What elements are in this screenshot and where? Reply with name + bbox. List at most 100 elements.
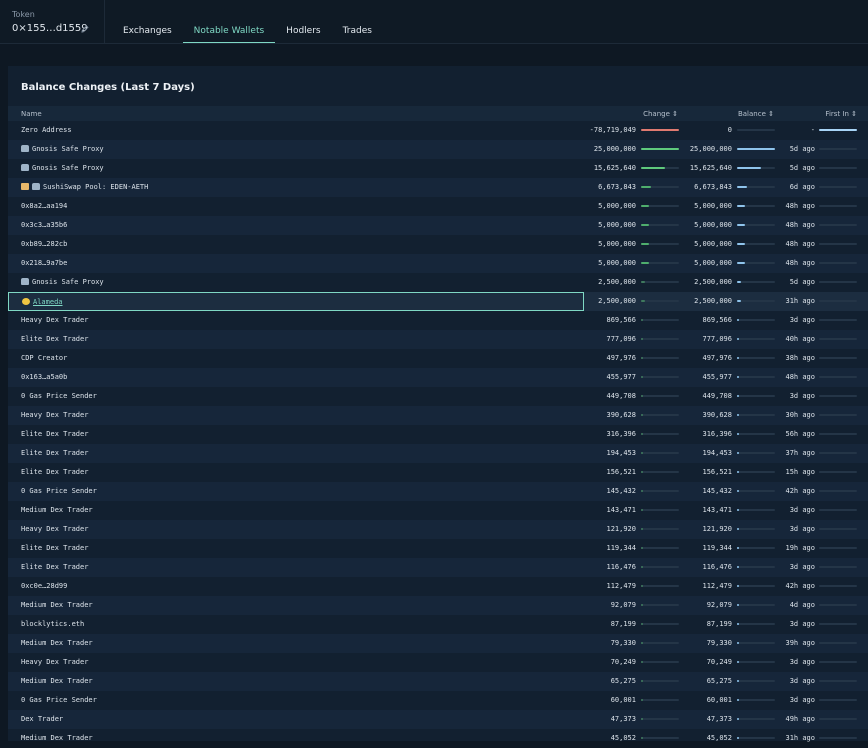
first-in-bar	[819, 452, 857, 454]
balance-value: 70,249	[706, 658, 732, 666]
change-value: -78,719,049	[589, 126, 636, 134]
first-in-value: 39h ago	[785, 639, 815, 647]
wallet-name-cell: Heavy Dex Trader	[8, 520, 584, 539]
wallet-name-cell: 0 Gas Price Sender	[8, 482, 584, 501]
table-row[interactable]: Gnosis Safe Proxy 15,625,640 15,625,640 5d …	[8, 159, 868, 178]
table-row[interactable]: 0x8a2…aa194 5,000,000 5,000,000 48h ago	[8, 197, 868, 216]
table-row[interactable]: Gnosis Safe Proxy 25,000,000 25,000,000 5d …	[8, 140, 868, 159]
table-row[interactable]: Heavy Dex Trader 70,249 70,249 3d ago	[8, 653, 868, 672]
table-row[interactable]: 0 Gas Price Sender 449,708 449,708 3d ago	[8, 387, 868, 406]
first-in-value: 3d ago	[789, 563, 815, 571]
wallet-label: 0x163…a5a0b	[21, 373, 68, 381]
column-header-change[interactable]: Change ⇕	[608, 110, 678, 118]
balance-bar-fill	[737, 585, 739, 587]
balance-bar-fill	[737, 471, 739, 473]
first-in-value: 31h ago	[785, 297, 815, 305]
table-row[interactable]: Gnosis Safe Proxy 2,500,000 2,500,000 5d ag…	[8, 273, 868, 292]
table-row[interactable]: Heavy Dex Trader 869,566 869,566 3d ago	[8, 311, 868, 330]
wallet-label: Medium Dex Trader	[21, 506, 93, 514]
wallet-name-cell: 0xb89…282cb	[8, 235, 584, 254]
balance-bar-fill	[737, 205, 745, 207]
tab-trades[interactable]: Trades	[332, 0, 383, 43]
column-header-balance[interactable]: Balance ⇕	[708, 110, 774, 118]
table-row[interactable]: Medium Dex Trader 65,275 65,275 3d ago	[8, 672, 868, 691]
change-value: 316,396	[606, 430, 636, 438]
column-header-name[interactable]: Name	[21, 110, 42, 118]
change-value: 65,275	[610, 677, 636, 685]
table-row[interactable]: 0x163…a5a0b 455,977 455,977 48h ago	[8, 368, 868, 387]
wallet-link[interactable]: Alameda	[33, 298, 63, 306]
change-value: 497,976	[606, 354, 636, 362]
pencil-icon[interactable]	[80, 24, 90, 34]
table-row[interactable]: Medium Dex Trader 143,471 143,471 3d ago	[8, 501, 868, 520]
change-bar-fill	[641, 357, 643, 359]
first-in-value: 15h ago	[785, 468, 815, 476]
table-row[interactable]: Medium Dex Trader 92,079 92,079 4d ago	[8, 596, 868, 615]
panel-title: Balance Changes (Last 7 Days)	[21, 82, 195, 93]
table-row[interactable]: Elite Dex Trader 119,344 119,344 19h ago	[8, 539, 868, 558]
balance-value: 390,628	[702, 411, 732, 419]
change-value: 869,566	[606, 316, 636, 324]
change-bar-fill	[641, 414, 643, 416]
wallet-name-cell: Elite Dex Trader	[8, 539, 584, 558]
table-row[interactable]: 0xb89…282cb 5,000,000 5,000,000 48h ago	[8, 235, 868, 254]
table-row[interactable]: Zero Address -78,719,049 0 -	[8, 121, 868, 140]
table-row[interactable]: SushiSwap Pool: EDEN-AETH 6,673,843 6,673,…	[8, 178, 868, 197]
first-in-bar	[819, 547, 857, 549]
wallet-name-cell: 0x218…9a7be	[8, 254, 584, 273]
safe-icon	[21, 145, 29, 152]
balance-value: 143,471	[702, 506, 732, 514]
first-in-bar	[819, 414, 857, 416]
table-row[interactable]: Medium Dex Trader 45,052 45,052 31h ago	[8, 729, 868, 748]
table-row[interactable]: Elite Dex Trader 777,096 777,096 40h ago	[8, 330, 868, 349]
table-row[interactable]: Elite Dex Trader 116,476 116,476 3d ago	[8, 558, 868, 577]
first-in-value: 3d ago	[789, 525, 815, 533]
wallet-name-cell: Zero Address	[8, 121, 584, 140]
tab-hodlers[interactable]: Hodlers	[275, 0, 331, 43]
wallet-name-cell: Gnosis Safe Proxy	[8, 140, 584, 159]
table-row[interactable]: Dex Trader 47,373 47,373 49h ago	[8, 710, 868, 729]
tab-exchanges[interactable]: Exchanges	[112, 0, 183, 43]
wallet-name-cell: Medium Dex Trader	[8, 501, 584, 520]
table-row[interactable]: 0x218…9a7be 5,000,000 5,000,000 48h ago	[8, 254, 868, 273]
balance-bar-fill	[737, 395, 739, 397]
change-value: 5,000,000	[598, 259, 636, 267]
wallet-name-cell: 0 Gas Price Sender	[8, 691, 584, 710]
balance-bar-fill	[737, 604, 739, 606]
table-row[interactable]: Elite Dex Trader 194,453 194,453 37h ago	[8, 444, 868, 463]
first-in-bar	[819, 205, 857, 207]
table-row[interactable]: 0x3c3…a35b6 5,000,000 5,000,000 48h ago	[8, 216, 868, 235]
table-row[interactable]: blocklytics.eth 87,199 87,199 3d ago	[8, 615, 868, 634]
balance-bar-fill	[737, 566, 739, 568]
token-selector[interactable]: Token 0×155…d1559	[0, 0, 105, 43]
table-row[interactable]: 0 Gas Price Sender 60,001 60,001 3d ago	[8, 691, 868, 710]
table-row[interactable]: Heavy Dex Trader 390,628 390,628 30h ago	[8, 406, 868, 425]
table-row[interactable]: Alameda 2,500,000 2,500,000 31h ago	[8, 292, 868, 311]
table-row[interactable]: Medium Dex Trader 79,330 79,330 39h ago	[8, 634, 868, 653]
tab-notable-wallets[interactable]: Notable Wallets	[182, 0, 276, 43]
change-value: 119,344	[606, 544, 636, 552]
change-value: 5,000,000	[598, 240, 636, 248]
change-bar-fill	[641, 205, 649, 207]
change-value: 2,500,000	[598, 297, 636, 305]
first-in-value: 42h ago	[785, 487, 815, 495]
wallet-name-cell[interactable]: Alameda	[8, 292, 584, 311]
balance-value: 194,453	[702, 449, 732, 457]
table-row[interactable]: 0xc0e…28d99 112,479 112,479 42h ago	[8, 577, 868, 596]
wallet-label: Gnosis Safe Proxy	[32, 278, 104, 286]
balance-bar-fill	[737, 699, 739, 701]
table-row[interactable]: Elite Dex Trader 316,396 316,396 56h ago	[8, 425, 868, 444]
table-row[interactable]: Heavy Dex Trader 121,920 121,920 3d ago	[8, 520, 868, 539]
wallet-name-cell: Heavy Dex Trader	[8, 311, 584, 330]
wallet-label: Gnosis Safe Proxy	[32, 145, 104, 153]
column-header-first-in[interactable]: First In ⇕	[788, 110, 857, 118]
change-value: 92,079	[610, 601, 636, 609]
balance-bar-fill	[737, 186, 748, 188]
table-row[interactable]: CDP Creator 497,976 497,976 38h ago	[8, 349, 868, 368]
table-row[interactable]: 0 Gas Price Sender 145,432 145,432 42h ago	[8, 482, 868, 501]
first-in-bar	[819, 604, 857, 606]
first-in-value: 48h ago	[785, 373, 815, 381]
table-row[interactable]: Elite Dex Trader 156,521 156,521 15h ago	[8, 463, 868, 482]
change-bar-fill	[641, 642, 643, 644]
change-bar-fill	[641, 471, 643, 473]
